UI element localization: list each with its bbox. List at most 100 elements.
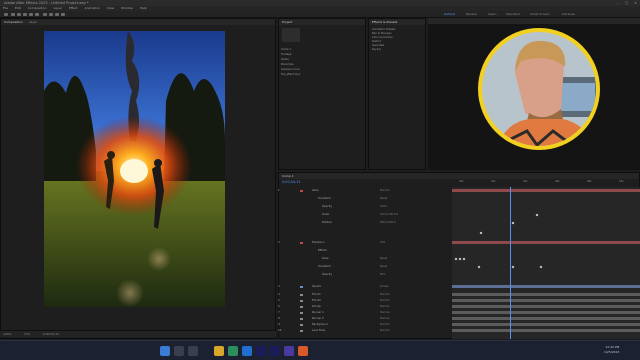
- brush-tool-icon[interactable]: [61, 13, 65, 16]
- workspace-libraries[interactable]: Libraries: [562, 12, 575, 17]
- property-value[interactable]: 960.0,540.0: [380, 221, 396, 225]
- after-effects-icon[interactable]: [256, 346, 266, 356]
- playhead[interactable]: [510, 187, 511, 339]
- property-row[interactable]: Scale 100.0,100.0%: [278, 213, 451, 217]
- property-value[interactable]: Reset: [380, 257, 387, 261]
- property-value[interactable]: 100.0,100.0%: [380, 213, 398, 217]
- layer-mode[interactable]: Normal: [380, 305, 389, 309]
- label-color[interactable]: [300, 286, 303, 288]
- layer-row[interactable]: 9 Background Normal: [278, 323, 451, 327]
- tab-composition[interactable]: Composition: [4, 19, 23, 25]
- search-icon[interactable]: [174, 346, 184, 356]
- layer-mode[interactable]: Normal: [380, 189, 389, 193]
- property-value[interactable]: Reset: [380, 265, 387, 269]
- workspace-standard[interactable]: Standard: [506, 12, 520, 17]
- label-color[interactable]: [300, 306, 303, 308]
- keyframe[interactable]: [479, 231, 483, 235]
- property-value[interactable]: Reset: [380, 197, 387, 201]
- layer-bar[interactable]: [452, 329, 640, 332]
- home-icon[interactable]: [4, 13, 8, 16]
- tab-layer[interactable]: Layer: [29, 19, 37, 25]
- property-row[interactable]: Position 960.0,540.0: [278, 221, 451, 225]
- timeline-timecode[interactable]: 0;00;04;12: [282, 180, 301, 184]
- layer-mode[interactable]: Normal: [380, 323, 389, 327]
- zoom-tool-icon[interactable]: [23, 13, 27, 16]
- layer-row[interactable]: 5 Fire 02 Normal: [278, 299, 451, 303]
- keyframe[interactable]: [454, 257, 458, 261]
- workspace-review[interactable]: Review: [466, 12, 477, 17]
- zoom-level[interactable]: 100%: [3, 332, 12, 336]
- selection-tool-icon[interactable]: [11, 13, 15, 16]
- label-color[interactable]: [300, 190, 303, 192]
- layer-mode[interactable]: Normal: [380, 317, 389, 321]
- layer-row[interactable]: 4 Fire 01 Normal: [278, 293, 451, 297]
- label-color[interactable]: [300, 324, 303, 326]
- label-color[interactable]: [300, 242, 303, 244]
- property-row[interactable]: Effects: [278, 249, 451, 253]
- layer-bar[interactable]: [452, 323, 640, 326]
- pen-tool-icon[interactable]: [49, 13, 53, 16]
- keyframe[interactable]: [458, 257, 462, 261]
- layer-mode[interactable]: Add: [380, 241, 385, 245]
- layer-bar[interactable]: [452, 293, 640, 296]
- discord-icon[interactable]: [284, 346, 294, 356]
- layer-row[interactable]: 8 Runner 2 Normal: [278, 317, 451, 321]
- tab-effects-presets[interactable]: Effects & Presets: [372, 19, 397, 25]
- layer-row[interactable]: 6 Smoke Normal: [278, 305, 451, 309]
- task-view-icon[interactable]: [188, 346, 198, 356]
- property-row[interactable]: Transform Reset: [278, 197, 451, 201]
- layer-bar[interactable]: [452, 311, 640, 314]
- layer-mode[interactable]: Screen: [380, 285, 389, 289]
- text-tool-icon[interactable]: [55, 13, 59, 16]
- layer-row[interactable]: 1 Glow Normal: [278, 189, 451, 193]
- label-color[interactable]: [300, 300, 303, 302]
- resolution-select[interactable]: Full: [25, 332, 30, 336]
- clock[interactable]: 12:42 PM 1/25/2023: [604, 345, 619, 355]
- workspace-small-screen[interactable]: Small Screen: [530, 12, 550, 17]
- composition-viewer[interactable]: [44, 31, 225, 307]
- timeline-tracks[interactable]: [452, 187, 640, 339]
- layer-bar[interactable]: [452, 241, 640, 244]
- layer-row[interactable]: 10 Lens Flare Normal: [278, 329, 451, 333]
- keyframe[interactable]: [535, 213, 539, 217]
- keyframe[interactable]: [511, 265, 515, 269]
- start-icon[interactable]: [160, 346, 170, 356]
- layer-bar[interactable]: [452, 305, 640, 308]
- layer-mode[interactable]: Normal: [380, 299, 389, 303]
- time-ruler[interactable]: 00s 02s 04s 06s 08s 10s: [455, 180, 639, 187]
- layer-row[interactable]: 7 Runner 1 Normal: [278, 311, 451, 315]
- rotate-tool-icon[interactable]: [29, 13, 33, 16]
- layer-mode[interactable]: Normal: [380, 293, 389, 297]
- workspace-learn[interactable]: Learn: [488, 12, 496, 17]
- keyframe[interactable]: [462, 257, 466, 261]
- chrome-icon[interactable]: [228, 346, 238, 356]
- layer-bar[interactable]: [452, 285, 640, 288]
- layer-bar[interactable]: [452, 317, 640, 320]
- property-row[interactable]: Transform Reset: [278, 265, 451, 269]
- label-color[interactable]: [300, 318, 303, 320]
- label-color[interactable]: [300, 312, 303, 314]
- project-item[interactable]: fire_effect.mov: [281, 72, 363, 77]
- property-row[interactable]: Glow Reset: [278, 257, 451, 261]
- property-value[interactable]: 85%: [380, 273, 386, 277]
- label-color[interactable]: [300, 330, 303, 332]
- keyframe[interactable]: [539, 265, 543, 269]
- effects-item[interactable]: Keying: [372, 48, 424, 52]
- workspace-default[interactable]: Default: [444, 12, 455, 17]
- property-row[interactable]: Opacity 85%: [278, 273, 451, 277]
- label-color[interactable]: [300, 294, 303, 296]
- tab-project[interactable]: Project: [282, 19, 292, 25]
- viewer-timecode[interactable]: 0;00;04;12: [43, 332, 59, 336]
- layer-row[interactable]: 3 Sparks Screen: [278, 285, 451, 289]
- hand-tool-icon[interactable]: [17, 13, 21, 16]
- layer-bar[interactable]: [452, 189, 640, 192]
- file-explorer-icon[interactable]: [214, 346, 224, 356]
- keyframe[interactable]: [477, 265, 481, 269]
- camera-tool-icon[interactable]: [35, 13, 39, 16]
- obs-icon[interactable]: [298, 346, 308, 356]
- layer-mode[interactable]: Normal: [380, 329, 389, 333]
- layer-bar[interactable]: [452, 299, 640, 302]
- layer-row[interactable]: 2 Explosion Add: [278, 241, 451, 245]
- keyframe[interactable]: [511, 221, 515, 225]
- property-value[interactable]: 100%: [380, 205, 387, 209]
